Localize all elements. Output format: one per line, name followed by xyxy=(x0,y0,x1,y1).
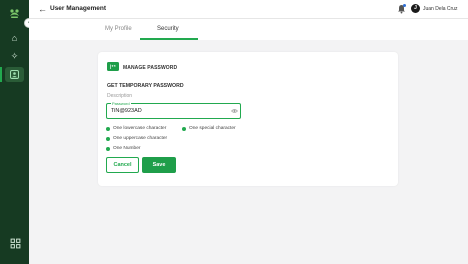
sidebar: ⌂ ✧ xyxy=(0,0,29,264)
notification-dot xyxy=(403,4,406,7)
password-field-label: Password xyxy=(111,101,131,106)
home-icon[interactable]: ⌂ xyxy=(9,33,20,44)
active-indicator xyxy=(0,67,2,82)
active-tab-underline xyxy=(140,38,198,40)
check-dot-icon xyxy=(182,126,186,131)
check-dot-icon xyxy=(106,126,110,131)
manage-password-card: |** MANAGE PASSWORD GET TEMPORARY PASSWO… xyxy=(98,52,398,186)
save-button[interactable]: Save xyxy=(142,157,176,173)
back-arrow-icon[interactable]: ← xyxy=(38,4,47,14)
password-field[interactable]: Password xyxy=(106,101,241,119)
user-security-icon xyxy=(10,70,19,79)
password-input[interactable] xyxy=(111,108,221,114)
settings-icon[interactable]: ✧ xyxy=(9,51,20,62)
top-bar: ← User Management J Juan Dela Cruz xyxy=(29,0,468,19)
tab-bar: My Profile Security xyxy=(29,19,468,40)
user-name[interactable]: Juan Dela Cruz xyxy=(423,6,457,12)
logo-icon xyxy=(10,9,19,18)
card-title: MANAGE PASSWORD xyxy=(123,65,178,71)
section-title: GET TEMPORARY PASSWORD xyxy=(107,83,184,89)
tab-security[interactable]: Security xyxy=(157,26,179,32)
password-icon: |** xyxy=(107,62,119,71)
eye-icon[interactable] xyxy=(231,108,238,114)
avatar[interactable]: J xyxy=(411,4,420,13)
check-dot-icon xyxy=(106,146,110,151)
page-title: User Management xyxy=(50,5,106,12)
tab-my-profile[interactable]: My Profile xyxy=(105,26,132,32)
cancel-button[interactable]: Cancel xyxy=(106,157,139,173)
apps-grid-icon[interactable] xyxy=(10,238,21,249)
check-dot-icon xyxy=(106,136,110,141)
description: Description xyxy=(107,93,133,99)
